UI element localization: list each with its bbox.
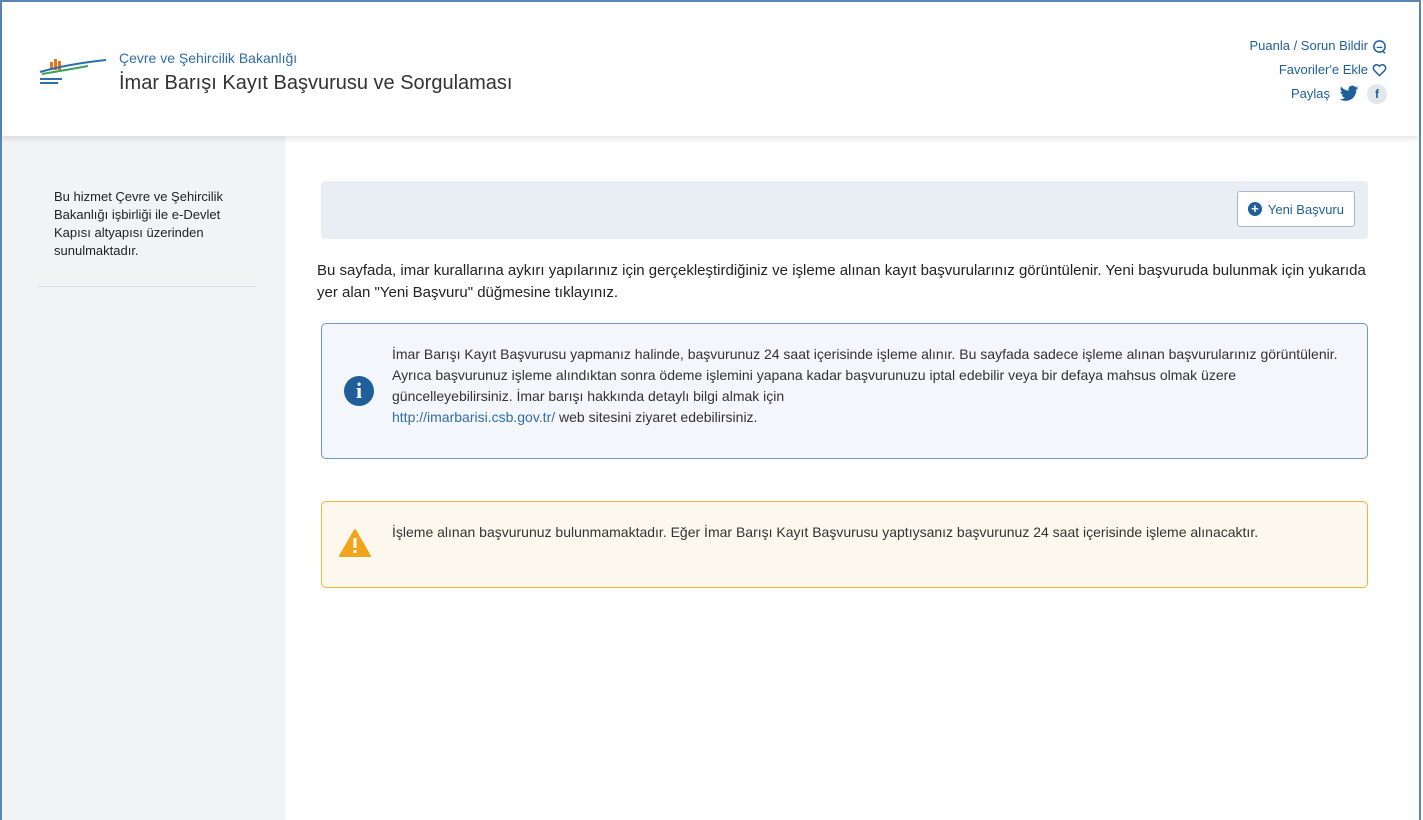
header-links: Puanla / Sorun Bildir Favoriler'e Ekle P…	[1249, 34, 1387, 106]
info-alert: i İmar Barışı Kayıt Başvurusu yapmanız h…	[321, 323, 1368, 459]
imarbarisi-link[interactable]: http://imarbarisi.csb.gov.tr/	[392, 409, 555, 425]
info-body: İmar Barışı Kayıt Başvurusu yapmanız hal…	[392, 346, 1338, 404]
main-content: + Yeni Başvuru Bu sayfada, imar kurallar…	[285, 136, 1419, 820]
info-suffix: web sitesini ziyaret edebilirsiniz.	[555, 409, 758, 425]
sidebar: Bu hizmet Çevre ve Şehircilik Bakanlığı …	[2, 136, 285, 820]
warning-text: İşleme alınan başvurunuz bulunmamaktadır…	[392, 524, 1259, 540]
heart-icon[interactable]	[1372, 63, 1387, 77]
new-application-button[interactable]: + Yeni Başvuru	[1236, 191, 1355, 227]
page-frame: Çevre ve Şehircilik Bakanlığı İmar Barış…	[0, 0, 1421, 820]
page-title: İmar Barışı Kayıt Başvurusu ve Sorgulama…	[119, 72, 513, 94]
warning-icon	[339, 529, 371, 557]
warning-alert: İşleme alınan başvurunuz bulunmamaktadır…	[321, 501, 1368, 588]
info-icon: i	[344, 376, 374, 406]
twitter-icon[interactable]	[1338, 84, 1360, 104]
facebook-icon[interactable]: f	[1367, 84, 1387, 104]
sidebar-divider	[38, 286, 256, 287]
intro-text: Bu sayfada, imar kurallarına aykırı yapı…	[317, 262, 1366, 301]
header: Çevre ve Şehircilik Bakanlığı İmar Barış…	[2, 2, 1419, 136]
ministry-name: Çevre ve Şehircilik Bakanlığı	[119, 50, 298, 66]
new-application-label: Yeni Başvuru	[1267, 201, 1344, 217]
sidebar-info-text: Bu hizmet Çevre ve Şehircilik Bakanlığı …	[54, 189, 224, 258]
add-favorites-link[interactable]: Favoriler'e Ekle	[1279, 60, 1368, 80]
plus-circle-icon: +	[1247, 202, 1262, 216]
feedback-icon[interactable]	[1372, 39, 1387, 54]
info-alert-text: İmar Barışı Kayıt Başvurusu yapmanız hal…	[392, 344, 1342, 428]
ministry-logo	[39, 59, 107, 84]
toolbar: + Yeni Başvuru	[321, 181, 1368, 239]
share-link[interactable]: Paylaş	[1291, 84, 1330, 104]
rate-report-link[interactable]: Puanla / Sorun Bildir	[1249, 36, 1368, 56]
